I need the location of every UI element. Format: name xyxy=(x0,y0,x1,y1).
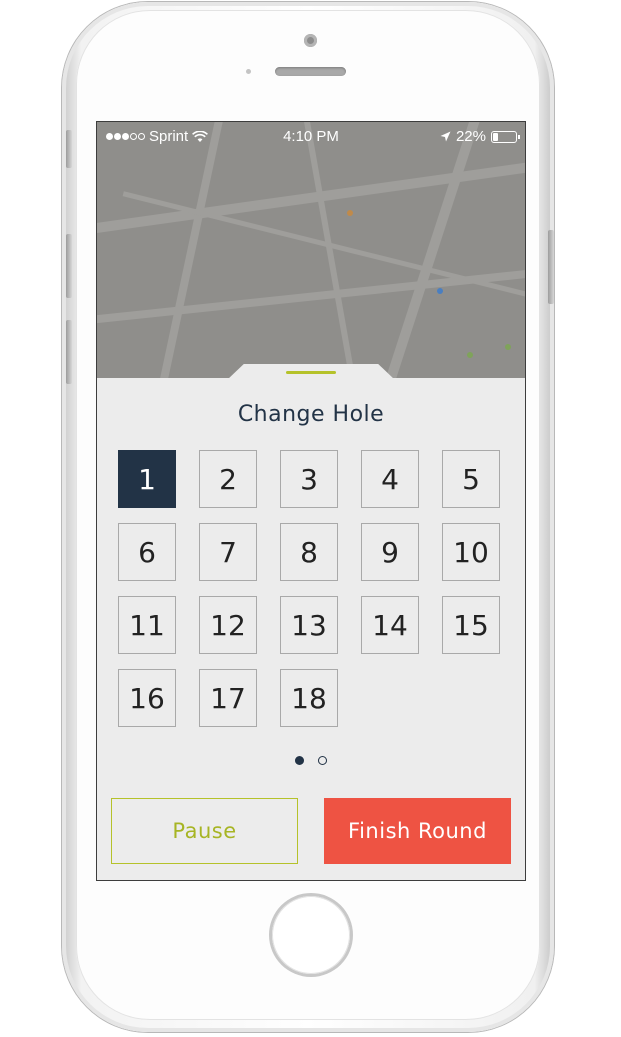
finish-round-button[interactable]: Finish Round xyxy=(324,798,511,864)
page-indicator xyxy=(97,756,525,765)
change-hole-sheet: Change Hole 1 2 3 4 5 6 7 8 9 10 11 12 13 14 15 16 17 18 … xyxy=(97,364,525,880)
map-background[interactable] xyxy=(97,122,525,380)
volume-up-button xyxy=(66,234,72,298)
page-dot[interactable] xyxy=(318,756,327,765)
earpiece-speaker xyxy=(275,67,346,76)
hole-button-15[interactable]: 15 xyxy=(442,596,500,654)
hole-button-18[interactable]: 18 xyxy=(280,669,338,727)
hole-button-11[interactable]: 11 xyxy=(118,596,176,654)
power-button xyxy=(548,230,554,304)
status-bar: Sprint 4:10 PM 22% xyxy=(97,122,525,150)
map-road xyxy=(155,122,227,380)
page-dot[interactable] xyxy=(295,756,304,765)
hole-button-2[interactable]: 2 xyxy=(199,450,257,508)
hole-button-14[interactable]: 14 xyxy=(361,596,419,654)
drag-handle[interactable] xyxy=(286,371,336,374)
hole-button-16[interactable]: 16 xyxy=(118,669,176,727)
front-camera xyxy=(304,34,317,47)
hole-button-3[interactable]: 3 xyxy=(280,450,338,508)
hole-button-6[interactable]: 6 xyxy=(118,523,176,581)
battery-fill xyxy=(493,132,498,141)
location-arrow-icon xyxy=(440,131,451,142)
hole-button-10[interactable]: 10 xyxy=(442,523,500,581)
hole-button-13[interactable]: 13 xyxy=(280,596,338,654)
map-road xyxy=(380,122,484,380)
screen: Sprint 4:10 PM 22% Change Hole 123456789… xyxy=(96,121,526,881)
hole-button-5[interactable]: 5 xyxy=(442,450,500,508)
hole-button-8[interactable]: 8 xyxy=(280,523,338,581)
hole-button-4[interactable]: 4 xyxy=(361,450,419,508)
map-poi-marker xyxy=(467,352,473,358)
status-right: 22% xyxy=(440,128,520,145)
map-poi-marker xyxy=(437,288,443,294)
hole-button-17[interactable]: 17 xyxy=(199,669,257,727)
pause-button[interactable]: Pause xyxy=(111,798,298,864)
hole-button-1[interactable]: 1 xyxy=(118,450,176,508)
battery-percentage: 22% xyxy=(455,128,486,145)
hole-button-9[interactable]: 9 xyxy=(361,523,419,581)
hole-button-7[interactable]: 7 xyxy=(199,523,257,581)
proximity-sensor xyxy=(246,69,251,74)
battery-nub xyxy=(518,134,520,139)
map-poi-marker xyxy=(347,210,353,216)
home-button[interactable] xyxy=(272,896,350,974)
mute-switch xyxy=(66,130,72,168)
battery-icon xyxy=(491,130,520,143)
map-poi-marker xyxy=(505,344,511,350)
hole-button-12[interactable]: 12 xyxy=(199,596,257,654)
sheet-title: Change Hole xyxy=(237,402,385,427)
volume-down-button xyxy=(66,320,72,384)
